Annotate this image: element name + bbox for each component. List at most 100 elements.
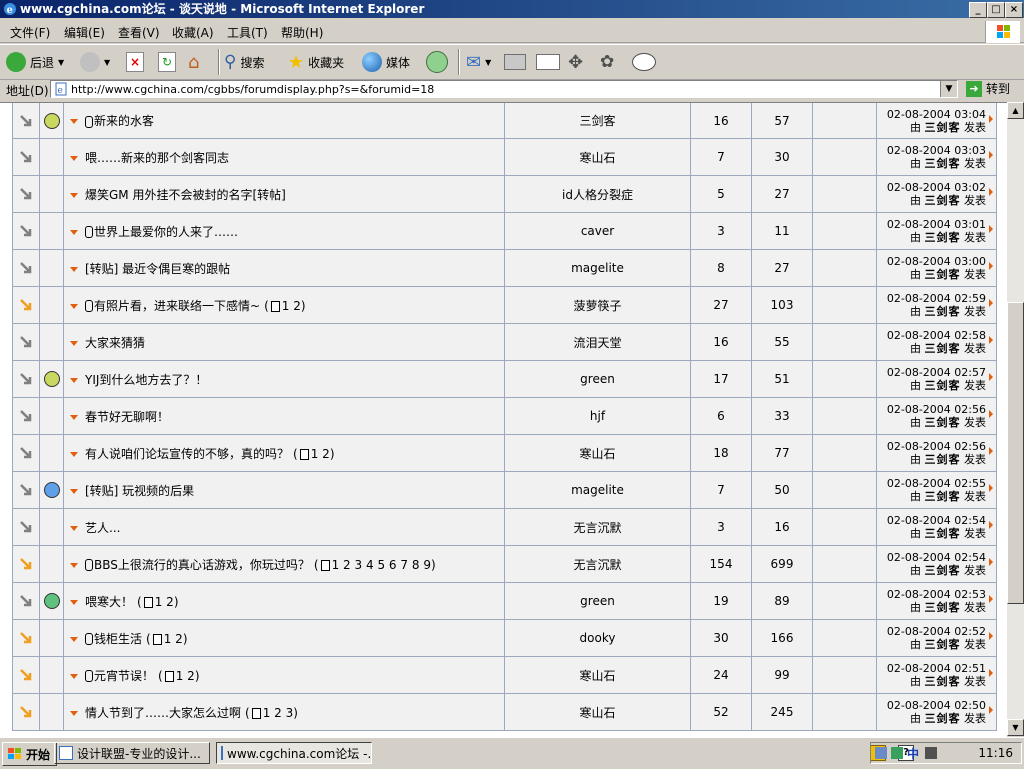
- go-to-last-post-icon[interactable]: [989, 410, 993, 418]
- page-link[interactable]: 3: [355, 558, 363, 572]
- thread-author[interactable]: 无言沉默: [504, 545, 691, 583]
- close-button[interactable]: ×: [1005, 2, 1023, 18]
- go-to-last-post-icon[interactable]: [989, 299, 993, 307]
- page-link[interactable]: 2: [274, 706, 282, 720]
- new-post-triangle-icon[interactable]: [70, 710, 78, 716]
- address-input[interactable]: e http://www.cgchina.com/cgbbs/forumdisp…: [50, 80, 958, 98]
- thread-title-link[interactable]: 喂寒大！: [85, 595, 133, 609]
- scroll-up-button[interactable]: ▲: [1007, 102, 1024, 119]
- go-button[interactable]: ➜ 转到: [966, 80, 1010, 97]
- go-to-last-post-icon[interactable]: [989, 595, 993, 603]
- thread-title-link[interactable]: 艺人...: [85, 521, 120, 535]
- menu-favorites[interactable]: 收藏(A): [172, 24, 214, 41]
- scroll-thumb[interactable]: [1007, 302, 1024, 604]
- thread-title-link[interactable]: [转贴] 最近令偶巨寒的跟帖: [85, 262, 230, 276]
- last-post-user[interactable]: 三剑客: [925, 527, 961, 540]
- thread-author[interactable]: 流泪天堂: [504, 323, 691, 361]
- back-button[interactable]: 后退 ▼: [6, 49, 64, 75]
- new-post-triangle-icon[interactable]: [70, 303, 78, 309]
- page-link[interactable]: 1: [282, 299, 290, 313]
- page-link[interactable]: 2: [166, 595, 174, 609]
- last-post-user[interactable]: 三剑客: [925, 231, 961, 244]
- last-post-user[interactable]: 三剑客: [925, 342, 961, 355]
- go-to-last-post-icon[interactable]: [989, 225, 993, 233]
- vertical-scrollbar[interactable]: ▲ ▼: [1007, 102, 1024, 736]
- thread-author[interactable]: hjf: [504, 397, 691, 435]
- page-link[interactable]: 1: [311, 447, 319, 461]
- network-icon[interactable]: [875, 747, 887, 759]
- go-to-last-post-icon[interactable]: [989, 188, 993, 196]
- page-link[interactable]: 3: [286, 706, 294, 720]
- page-link[interactable]: 6: [389, 558, 397, 572]
- new-post-triangle-icon[interactable]: [70, 562, 78, 568]
- volume-icon[interactable]: [925, 747, 937, 759]
- page-link[interactable]: 1: [176, 669, 184, 683]
- paw-button[interactable]: ✿: [600, 49, 614, 75]
- thread-title-link[interactable]: 喂……新来的那个剑客同志: [85, 151, 229, 165]
- thread-title-link[interactable]: 元宵节误！: [94, 669, 154, 683]
- new-post-triangle-icon[interactable]: [70, 451, 78, 457]
- page-link[interactable]: 1: [155, 595, 163, 609]
- thread-title-link[interactable]: 有照片看，进来联络一下感情~: [94, 299, 260, 313]
- go-to-last-post-icon[interactable]: [989, 262, 993, 270]
- page-link[interactable]: 2: [322, 447, 330, 461]
- page-link[interactable]: 1: [332, 558, 340, 572]
- media-button[interactable]: 媒体: [362, 49, 410, 75]
- forward-button[interactable]: ▼: [80, 49, 110, 75]
- new-post-triangle-icon[interactable]: [70, 155, 78, 161]
- thread-title-link[interactable]: 爆笑GM 用外挂不会被封的名字[转帖]: [85, 188, 286, 202]
- page-link[interactable]: 1: [263, 706, 271, 720]
- thread-author[interactable]: 无言沉默: [504, 508, 691, 546]
- thread-title-link[interactable]: [转贴] 玩视频的后果: [85, 484, 194, 498]
- thread-title-link[interactable]: YIJ到什么地方去了？！: [85, 373, 207, 387]
- last-post-user[interactable]: 三剑客: [925, 490, 961, 503]
- new-post-triangle-icon[interactable]: [70, 266, 78, 272]
- thread-author[interactable]: green: [504, 360, 691, 398]
- thread-author[interactable]: 寒山石: [504, 656, 691, 694]
- menu-view[interactable]: 查看(V): [118, 24, 160, 41]
- new-post-triangle-icon[interactable]: [70, 192, 78, 198]
- last-post-user[interactable]: 三剑客: [925, 712, 961, 725]
- menu-edit[interactable]: 编辑(E): [64, 24, 105, 41]
- search-button[interactable]: ⚲ 搜索: [224, 49, 264, 75]
- new-post-triangle-icon[interactable]: [70, 229, 78, 235]
- page-link[interactable]: 4: [366, 558, 374, 572]
- restore-button[interactable]: □: [987, 2, 1005, 18]
- messenger-button[interactable]: [632, 49, 656, 75]
- new-post-triangle-icon[interactable]: [70, 119, 78, 124]
- new-post-triangle-icon[interactable]: [70, 673, 78, 679]
- thread-author[interactable]: 寒山石: [504, 138, 691, 176]
- thread-author[interactable]: 寒山石: [504, 434, 691, 472]
- new-post-triangle-icon[interactable]: [70, 488, 78, 494]
- start-button[interactable]: 开始: [2, 742, 58, 766]
- go-to-last-post-icon[interactable]: [989, 632, 993, 640]
- thread-title-link[interactable]: BBS上很流行的真心话游戏，你玩过吗？: [94, 558, 310, 572]
- page-link[interactable]: 7: [400, 558, 408, 572]
- edit-button[interactable]: [536, 49, 560, 75]
- thread-author[interactable]: magelite: [504, 249, 691, 287]
- new-post-triangle-icon[interactable]: [70, 340, 78, 346]
- thread-title-link[interactable]: 世界上最爱你的人来了……: [94, 225, 238, 239]
- home-button[interactable]: ⌂: [188, 49, 199, 75]
- menu-help[interactable]: 帮助(H): [281, 24, 323, 41]
- minimize-button[interactable]: _: [969, 2, 987, 18]
- stop-button[interactable]: ×: [126, 49, 144, 75]
- page-link[interactable]: 2: [187, 669, 195, 683]
- thread-title-link[interactable]: 钱柜生活: [94, 632, 142, 646]
- task-button-cgchina[interactable]: www.cgchina.com论坛 -...: [216, 742, 372, 764]
- scroll-down-button[interactable]: ▼: [1007, 719, 1024, 736]
- input-method-icon[interactable]: [891, 747, 903, 759]
- new-post-triangle-icon[interactable]: [70, 377, 78, 383]
- menu-file[interactable]: 文件(F): [10, 24, 50, 41]
- go-to-last-post-icon[interactable]: [989, 484, 993, 492]
- go-to-last-post-icon[interactable]: [989, 521, 993, 529]
- last-post-user[interactable]: 三剑客: [925, 379, 961, 392]
- last-post-user[interactable]: 三剑客: [925, 675, 961, 688]
- page-link[interactable]: 1: [164, 632, 172, 646]
- thread-author[interactable]: magelite: [504, 471, 691, 509]
- page-link[interactable]: 8: [412, 558, 420, 572]
- page-link[interactable]: 2: [175, 632, 183, 646]
- thread-author[interactable]: dooky: [504, 619, 691, 657]
- menu-tools[interactable]: 工具(T): [227, 24, 268, 41]
- last-post-user[interactable]: 三剑客: [925, 638, 961, 651]
